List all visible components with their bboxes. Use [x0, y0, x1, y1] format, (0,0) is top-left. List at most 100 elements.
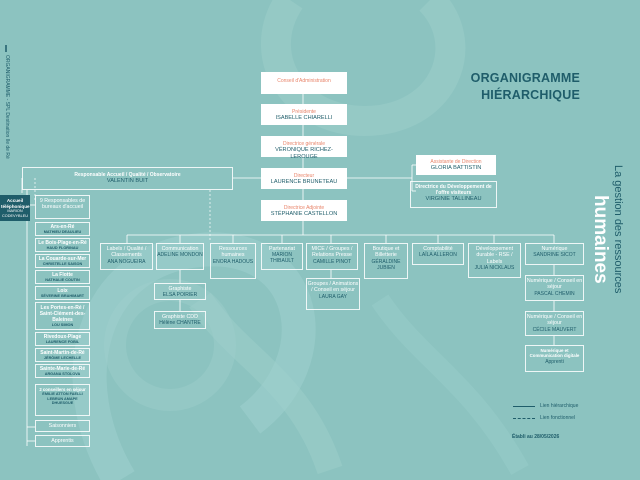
graphic-designer-cdd-box[interactable]: Graphiste CDD Hélène CHANTRE [154, 311, 206, 329]
dept-title: Développement durable - RSE / Labels [475, 246, 514, 265]
office-item[interactable]: La Couarde-sur-Mer CHRISTELLE SAISON [35, 254, 90, 268]
office-name: Les Portes-en-Ré / Saint-Clément-des-Bal… [39, 305, 86, 323]
deputy-name: STÉPHANIE CASTELLON [270, 211, 338, 217]
legend: Lien hiérarchique Lien fonctionnel [510, 398, 610, 428]
dept-name: LAÏLA ALLERON [419, 252, 457, 259]
groups-title: Groupes / Animations / Conseil en séjour [307, 281, 359, 294]
office-item[interactable]: La Flotte NATHALIE COUTIN [35, 270, 90, 284]
dept-sustainability-box[interactable]: Développement durable - RSE / Labels JUL… [468, 243, 521, 278]
office-item[interactable]: Loix SÉVERINE BRAHIMART [35, 286, 90, 300]
office-manager: MATHIEU DEAULIEU [43, 230, 82, 234]
svg-text:ORGANIGRAMME - SPL Destination: ORGANIGRAMME - SPL Destination Ile de Ré [4, 55, 10, 159]
digital-advisor-1-title: Numérique / Conseil en séjour [526, 278, 583, 291]
groups-box[interactable]: Groupes / Animations / Conseil en séjour… [306, 278, 360, 310]
dept-name: CAMILLE PINOT [312, 258, 352, 265]
dev-director-name: VIRGINIE TALLINEAU [425, 196, 482, 202]
director-name: LAURENCE BRUNETEAU [270, 179, 338, 185]
dept-name: ADELINE MONDON [157, 252, 203, 259]
legend-func-line [513, 418, 535, 419]
president-name: ISABELLE CHIARELLI [275, 115, 333, 121]
assistant-box[interactable]: Assistante de Direction GLORIA BATTISTIN [416, 155, 496, 175]
digital-advisor-2-title: Numérique / Conseil en séjour [526, 314, 583, 327]
dept-name: ANA NOGUEIRA [107, 258, 146, 265]
accueil-manager-name: VALENTIN BUIT [106, 178, 149, 184]
digital-apprentice-title: Numérique et Communication digitale [529, 348, 580, 359]
graphic-designer-box[interactable]: Graphiste ELSA POIRIER [154, 283, 206, 300]
dept-title: Labels / Qualité / Classements [106, 246, 147, 259]
dept-name: ENORA HADOUS [212, 258, 254, 265]
conseil-label: Conseil d'Administration [277, 78, 331, 84]
dept-partnership-box[interactable]: Partenariat MARION THIBAULT [261, 243, 303, 270]
office-manager: NATHALIE COUTIN [45, 278, 80, 282]
graphic-designer-cdd-name: Hélène CHANTRE [159, 320, 201, 327]
dg-name: VÉRONIQUE RICHEZ-LEROUGE [275, 147, 333, 160]
dept-digital-box[interactable]: Numérique SANDRINE SICOT [525, 243, 584, 265]
dept-title: Ressources humaines [219, 246, 247, 259]
dev-director-title: Directrice du Développement de l'offre v… [415, 184, 492, 196]
dept-labels-box[interactable]: Labels / Qualité / Classements ANA NOGUE… [100, 243, 153, 270]
svg-text:La gestion des ressources: La gestion des ressources [612, 165, 624, 294]
digital-apprentice-name: Apprenti [545, 358, 564, 365]
apprentices-box[interactable]: Apprentis [35, 435, 90, 447]
groups-name: LAURA GAY [319, 293, 347, 300]
office-manager: LOU SIMON [51, 323, 74, 327]
office-manager: SÉVERINE BRAHIMART [40, 294, 85, 298]
deputy-box[interactable]: Directrice Adjointe STÉPHANIE CASTELLON [261, 200, 347, 221]
digital-advisor-1-name: PASCAL CHEMIN [534, 290, 575, 297]
dept-title: MICE / Groupes / Relations Presse [311, 246, 353, 259]
president-box[interactable]: Présidente ISABELLE CHIARELLI [261, 104, 347, 125]
dept-mice-box[interactable]: MICE / Groupes / Relations Presse CAMILL… [306, 243, 358, 270]
office-manager: LAURENCE FOBIL [45, 340, 80, 344]
offices-heading: 9 Responsables de bureaux d'accueil [39, 198, 86, 211]
legend-func-label: Lien fonctionnel [540, 415, 576, 421]
office-manager: JÉRÔME LECHELLE [43, 356, 82, 360]
dept-title: Boutique et Billetterie [372, 246, 400, 259]
advisors-names: ÉMILIE ATTON FAELLI LEBRUN AMAPE DHUESGU… [42, 392, 83, 406]
title-line-2: HIÉRARCHIQUE [481, 87, 580, 102]
apprentices-label: Apprentis [51, 438, 74, 444]
dev-director-box[interactable]: Directrice du Développement de l'offre v… [410, 181, 497, 208]
advisors-box[interactable]: 2 conseillers en séjour ÉMILIE ATTON FAE… [35, 384, 90, 416]
office-item[interactable]: Saint-Martin-de-Ré JÉRÔME LECHELLE [35, 348, 90, 362]
dept-shop-box[interactable]: Boutique et Billetterie GÉRALDINE JUBIEN [364, 243, 408, 279]
accueil-manager-box[interactable]: Responsable Accueil / Qualité / Observat… [22, 167, 233, 190]
digital-advisor-2-box[interactable]: Numérique / Conseil en séjour CÉCILE MAU… [525, 311, 584, 336]
office-item[interactable]: Sainte-Marie-de-Ré ARGANA STOLOVA [35, 364, 90, 378]
digital-advisor-2-name: CÉCILE MAUVERT [532, 326, 577, 333]
phone-reception-box[interactable]: Accueil téléphonique MARION CODEVYBLEU [0, 195, 30, 221]
legend-hier-label: Lien hiérarchique [540, 403, 579, 409]
svg-text:humaines: humaines [590, 195, 611, 284]
dept-name: MARION THIBAULT [270, 252, 294, 265]
dept-hr-box[interactable]: Ressources humaines ENORA HADOUS [210, 243, 256, 279]
page-title: ORGANIGRAMME HIÉRARCHIQUE [450, 70, 580, 104]
side-heading: La gestion des ressources humaines [590, 165, 624, 294]
seasonal-box[interactable]: Saisonniers [35, 420, 90, 432]
vertical-doc-label: ORGANIGRAMME - SPL Destination Ile de Ré [4, 45, 10, 159]
phone-reception-title: Accueil téléphonique [1, 198, 30, 209]
office-item[interactable]: Le Bois-Plage-en-Ré HAUD FLORINAU [35, 238, 90, 252]
office-manager: HAUD FLORINAU [46, 246, 79, 250]
dept-communication-box[interactable]: Communication ADELINE MONDON [156, 243, 204, 270]
dept-name: SANDRINE SICOT [533, 252, 576, 259]
office-item[interactable]: Ars-en-Ré MATHIEU DEAULIEU [35, 222, 90, 236]
dept-accounting-box[interactable]: Comptabilité LAÏLA ALLERON [412, 243, 464, 265]
title-line-1: ORGANIGRAMME [470, 71, 580, 85]
dept-name: JULIA NICKLAUS [474, 265, 515, 272]
digital-apprentice-box[interactable]: Numérique et Communication digitale Appr… [525, 345, 584, 372]
dg-box[interactable]: Directrice générale VÉRONIQUE RICHEZ-LER… [261, 136, 347, 160]
office-item[interactable]: Les Portes-en-Ré / Saint-Clément-des-Bal… [35, 302, 90, 330]
date-label: Établi au 28/05/2026 [512, 434, 560, 440]
digital-advisor-1-box[interactable]: Numérique / Conseil en séjour PASCAL CHE… [525, 275, 584, 301]
director-box[interactable]: Directeur LAURENCE BRUNETEAU [261, 168, 347, 189]
office-manager: ARGANA STOLOVA [44, 372, 81, 376]
dept-name: GÉRALDINE JUBIEN [371, 258, 401, 271]
legend-hier-line [513, 406, 535, 407]
seasonal-label: Saisonniers [48, 423, 77, 429]
office-item[interactable]: Rivedoux-Plage LAURENCE FOBIL [35, 332, 90, 346]
assistant-name: GLORIA BATTISTIN [430, 165, 482, 171]
graphic-designer-name: ELSA POIRIER [162, 292, 198, 299]
offices-heading-box[interactable]: 9 Responsables de bureaux d'accueil [35, 195, 90, 219]
phone-reception-name: MARION CODEVYBLEU [2, 209, 28, 218]
conseil-box[interactable]: Conseil d'Administration [261, 72, 347, 94]
office-manager: CHRISTELLE SAISON [42, 262, 83, 266]
